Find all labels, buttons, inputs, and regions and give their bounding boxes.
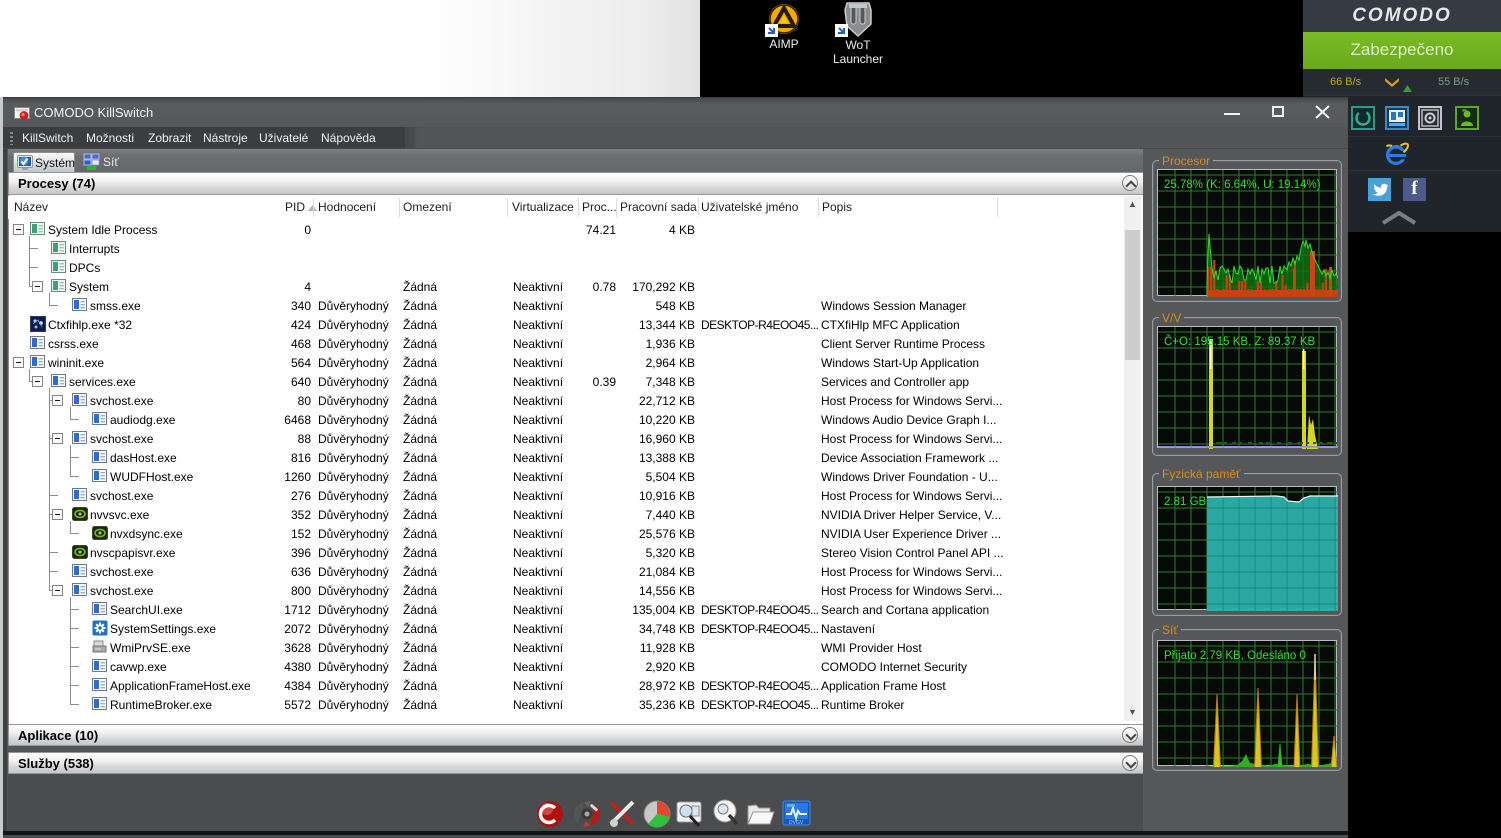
svg-text:DVGV: DVGV (789, 820, 804, 826)
